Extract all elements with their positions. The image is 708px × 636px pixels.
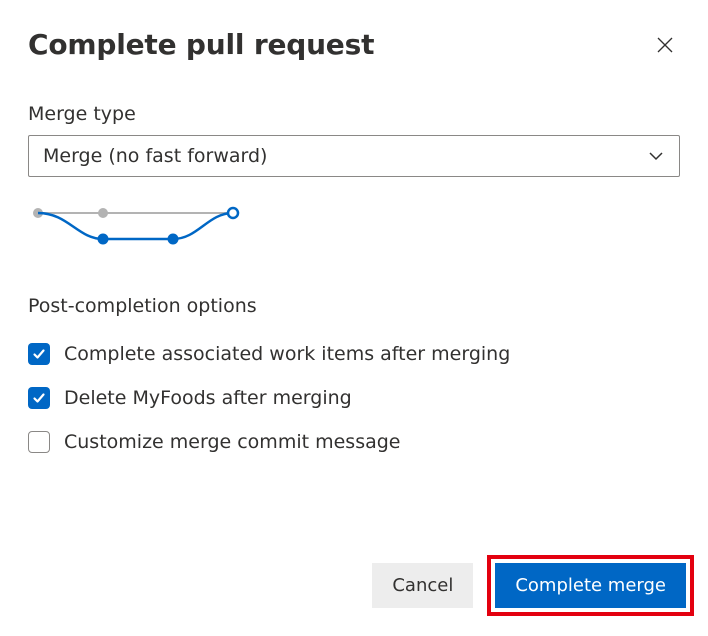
merge-type-select[interactable]: Merge (no fast forward): [28, 135, 680, 177]
highlight-annotation: Complete merge: [487, 555, 694, 616]
checkbox-customize-message[interactable]: [28, 431, 50, 453]
merge-type-label: Merge type: [28, 103, 680, 125]
checkbox-complete-work-items[interactable]: [28, 343, 50, 365]
chevron-down-icon: [647, 147, 665, 165]
cancel-button[interactable]: Cancel: [372, 563, 473, 608]
dialog-title: Complete pull request: [28, 28, 374, 61]
merge-graph: [28, 201, 680, 255]
option-complete-work-items[interactable]: Complete associated work items after mer…: [28, 343, 680, 365]
option-delete-branch[interactable]: Delete MyFoods after merging: [28, 387, 680, 409]
option-label: Complete associated work items after mer…: [64, 343, 510, 365]
close-button[interactable]: [650, 30, 680, 60]
check-icon: [32, 347, 46, 361]
option-label: Delete MyFoods after merging: [64, 387, 352, 409]
merge-type-value: Merge (no fast forward): [43, 145, 267, 167]
checkbox-delete-branch[interactable]: [28, 387, 50, 409]
option-label: Customize merge commit message: [64, 431, 400, 453]
post-completion-heading: Post-completion options: [28, 295, 680, 317]
close-icon: [656, 36, 674, 54]
check-icon: [32, 391, 46, 405]
option-customize-message[interactable]: Customize merge commit message: [28, 431, 680, 453]
complete-merge-button[interactable]: Complete merge: [495, 563, 686, 608]
